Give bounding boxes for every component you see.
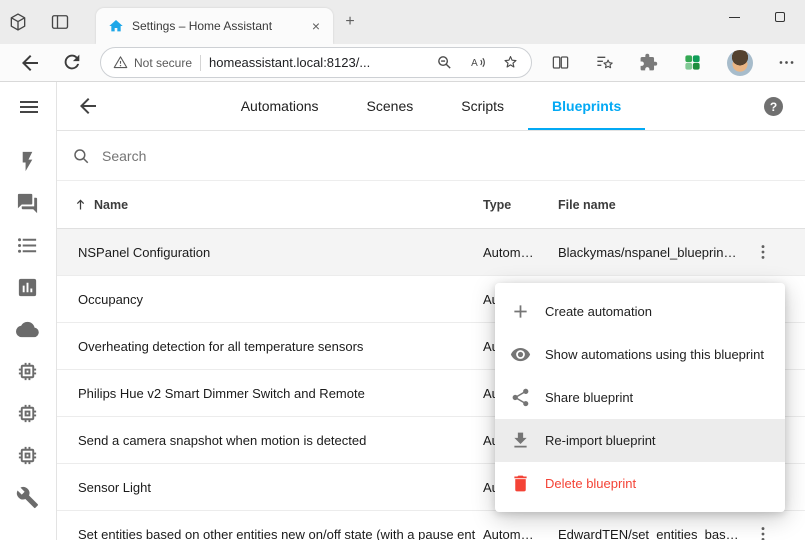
- favorites-icon[interactable]: [595, 53, 615, 73]
- ha-sidebar: [0, 82, 57, 540]
- menu-item-show-automations[interactable]: Show automations using this blueprint: [495, 333, 785, 376]
- sidebar-addon-chip-icon[interactable]: [16, 402, 39, 425]
- zoom-out-icon[interactable]: [436, 54, 453, 71]
- download-icon: [510, 430, 531, 451]
- not-secure-warning-icon: [113, 55, 128, 70]
- sidebar-tools-wrench-icon[interactable]: [16, 486, 39, 509]
- svg-text:A: A: [471, 58, 478, 69]
- tab-scenes[interactable]: Scenes: [343, 82, 438, 130]
- browser-tab[interactable]: Settings – Home Assistant ×: [96, 8, 333, 44]
- address-separator: [200, 55, 201, 71]
- search-row: [57, 131, 805, 181]
- plus-icon: [510, 301, 531, 322]
- help-icon[interactable]: ?: [764, 97, 783, 116]
- sidebar-energy-icon[interactable]: [16, 150, 39, 173]
- tab-blueprints[interactable]: Blueprints: [528, 82, 645, 130]
- refresh-icon[interactable]: [61, 51, 85, 75]
- sidebar-cloud-icon[interactable]: [16, 318, 39, 341]
- ha-app-header: Automations Scenes Scripts Blueprints ?: [57, 82, 805, 131]
- maximize-button[interactable]: [757, 0, 803, 34]
- trash-icon: [510, 473, 531, 494]
- extensions-icon[interactable]: [639, 53, 659, 73]
- menu-item-create-automation[interactable]: Create automation: [495, 290, 785, 333]
- security-label[interactable]: Not secure: [134, 56, 192, 70]
- new-tab-button[interactable]: +: [341, 13, 359, 31]
- column-header-file[interactable]: File name: [558, 181, 616, 228]
- settings-more-icon[interactable]: [777, 53, 797, 73]
- sidebar-logbook-icon[interactable]: [16, 234, 39, 257]
- sidebar-history-icon[interactable]: [16, 276, 39, 299]
- eye-icon: [510, 344, 531, 365]
- row-context-menu: Create automation Show automations using…: [495, 283, 785, 512]
- column-header-type[interactable]: Type: [483, 181, 511, 228]
- pinned-extension-icon[interactable]: [683, 53, 703, 73]
- table-row[interactable]: Set entities based on other entities new…: [57, 511, 805, 540]
- profile-avatar[interactable]: [727, 50, 753, 76]
- tab-title: Settings – Home Assistant: [132, 19, 307, 33]
- minimize-button[interactable]: [711, 0, 757, 34]
- blueprint-section-tabs: Automations Scenes Scripts Blueprints: [57, 82, 805, 130]
- address-bar[interactable]: Not secure homeassistant.local:8123/... …: [100, 47, 532, 78]
- row-overflow-menu-icon[interactable]: [753, 524, 773, 540]
- vertical-tabs-icon[interactable]: [50, 12, 70, 32]
- menu-item-share-blueprint[interactable]: Share blueprint: [495, 376, 785, 419]
- workspaces-icon[interactable]: [8, 12, 28, 32]
- sort-ascending-icon: [73, 197, 88, 212]
- tab-scripts[interactable]: Scripts: [437, 82, 528, 130]
- browser-toolbar: Not secure homeassistant.local:8123/... …: [0, 44, 805, 82]
- tab-close-icon[interactable]: ×: [307, 17, 325, 35]
- hamburger-menu-icon[interactable]: [17, 95, 41, 119]
- sidebar-forum-icon[interactable]: [16, 192, 39, 215]
- browser-window: Settings – Home Assistant × + Not secure…: [0, 0, 805, 540]
- browser-titlebar: Settings – Home Assistant × +: [0, 0, 805, 44]
- table-header: Name Type File name: [57, 181, 805, 229]
- share-icon: [510, 387, 531, 408]
- row-overflow-menu-icon[interactable]: [753, 242, 773, 262]
- column-header-name[interactable]: Name: [73, 181, 128, 228]
- table-row[interactable]: NSPanel Configuration Autom… Blackymas/n…: [57, 229, 805, 276]
- search-input[interactable]: [102, 148, 422, 164]
- search-icon: [72, 147, 90, 165]
- sidebar-addon-chip-icon[interactable]: [16, 444, 39, 467]
- menu-item-reimport-blueprint[interactable]: Re-import blueprint: [495, 419, 785, 462]
- browser-back-icon[interactable]: [18, 51, 42, 75]
- split-screen-icon[interactable]: [551, 53, 571, 73]
- home-assistant-favicon: [108, 18, 124, 34]
- favorite-star-icon[interactable]: [502, 54, 519, 71]
- tab-automations[interactable]: Automations: [217, 82, 343, 130]
- sidebar-addon-chip-icon[interactable]: [16, 360, 39, 383]
- read-aloud-icon[interactable]: A: [469, 54, 486, 71]
- url-text: homeassistant.local:8123/...: [209, 55, 370, 70]
- menu-item-delete-blueprint[interactable]: Delete blueprint: [495, 462, 785, 505]
